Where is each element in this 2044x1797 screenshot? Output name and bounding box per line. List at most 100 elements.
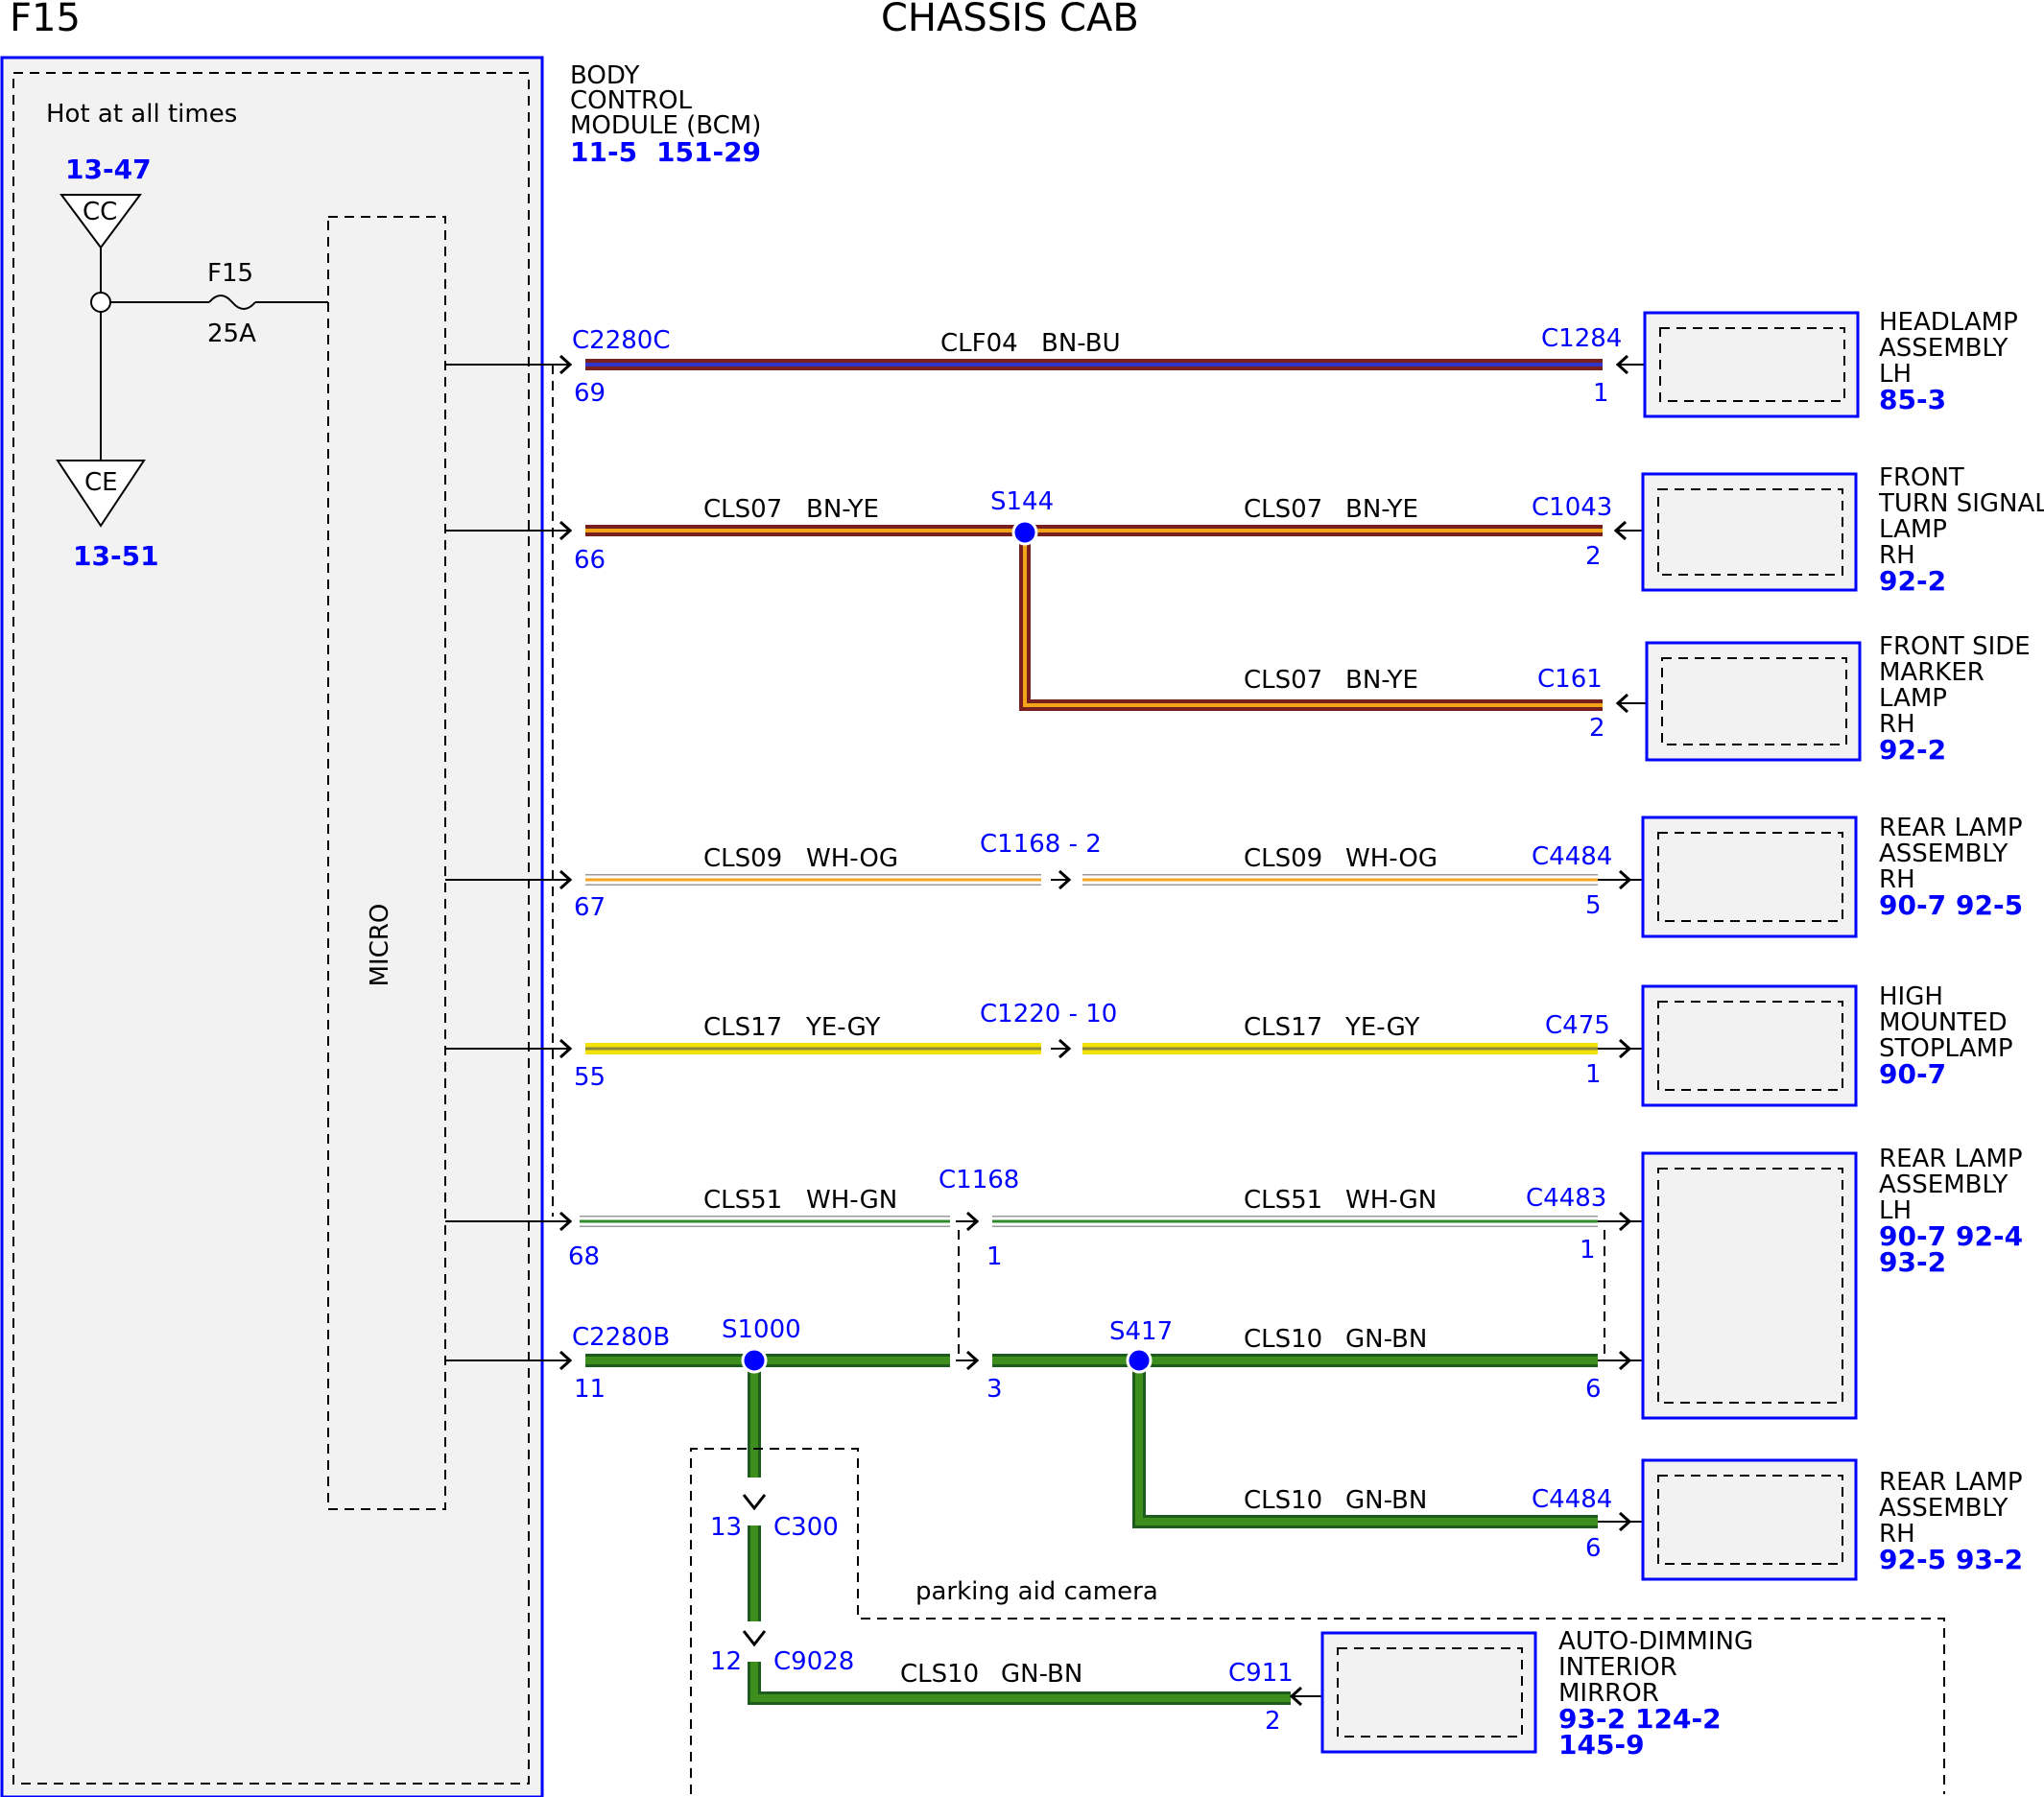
bcm-panel bbox=[0, 56, 544, 1797]
headlamp-lh-l2: ASSEMBLY bbox=[1879, 334, 2008, 363]
mirror-ref2: 124-2 bbox=[1635, 1703, 1722, 1735]
rear-lamp-rh-1-ref2: 92-5 bbox=[1956, 889, 2023, 921]
front-marker-rh-l1: FRONT SIDE bbox=[1879, 632, 2031, 661]
clf04-circuit: CLF04 bbox=[940, 329, 1018, 358]
c1043-label: C1043 bbox=[1532, 493, 1612, 522]
pin-1-c1168: 1 bbox=[986, 1242, 1003, 1271]
cls10-circuit-c: CLS10 bbox=[900, 1660, 979, 1689]
cls07-color-c: BN-YE bbox=[1345, 666, 1418, 695]
parking-aid-label: parking aid camera bbox=[915, 1577, 1158, 1606]
cls07-color-a: BN-YE bbox=[806, 495, 879, 524]
rear-lamp-rh-box-1 bbox=[1641, 816, 1858, 938]
headlamp-lh-ref: 85-3 bbox=[1879, 384, 1946, 415]
pin-55: 55 bbox=[574, 1063, 606, 1092]
rear-lamp-rh-2-ref2: 93-2 bbox=[1956, 1544, 2023, 1575]
c300-arrow-icon bbox=[742, 1494, 767, 1511]
page-title: CHASSIS CAB bbox=[881, 0, 1139, 40]
c161-label: C161 bbox=[1537, 665, 1603, 694]
cls10-circuit-b: CLS10 bbox=[1244, 1486, 1322, 1515]
pin-2-c1043: 2 bbox=[1585, 542, 1602, 571]
rear-lamp-rh-2-l2: ASSEMBLY bbox=[1879, 1494, 2008, 1523]
front-marker-rh-l2: MARKER bbox=[1879, 658, 1985, 687]
c475-label: C475 bbox=[1545, 1011, 1610, 1040]
c1284-label: C1284 bbox=[1541, 324, 1622, 353]
rear-lamp-lh-l2: ASSEMBLY bbox=[1879, 1170, 2008, 1199]
c4483-label: C4483 bbox=[1526, 1184, 1606, 1213]
pin-13: 13 bbox=[710, 1513, 742, 1542]
headlamp-lh-l1: HEADLAMP bbox=[1879, 308, 2018, 337]
cls07-color-b: BN-YE bbox=[1345, 495, 1418, 524]
pin-6-b: 6 bbox=[1585, 1534, 1602, 1563]
front-marker-rh-box bbox=[1645, 641, 1862, 762]
c300-label: C300 bbox=[773, 1513, 839, 1542]
cls10-color-b: GN-BN bbox=[1345, 1486, 1427, 1515]
s417-label: S417 bbox=[1109, 1317, 1173, 1346]
rear-lamp-rh-2-l1: REAR LAMP bbox=[1879, 1468, 2023, 1497]
bcm-ref-2: 151-29 bbox=[656, 136, 761, 168]
cls07-circuit-a: CLS07 bbox=[703, 495, 782, 524]
rear-lamp-lh-ref2: 92-4 bbox=[1956, 1220, 2023, 1252]
mirror-ref3: 145-9 bbox=[1558, 1729, 1645, 1761]
clf04-color: BN-BU bbox=[1041, 329, 1121, 358]
splice-s417-icon bbox=[1126, 1347, 1153, 1374]
rear-lamp-rh-1-l2: ASSEMBLY bbox=[1879, 839, 2008, 868]
ce-label: CE bbox=[84, 468, 118, 497]
front-marker-rh-ref: 92-2 bbox=[1879, 734, 1946, 766]
rear-lamp-lh-box bbox=[1641, 1151, 1858, 1420]
cls51-circuit-b: CLS51 bbox=[1244, 1186, 1322, 1215]
c911-label: C911 bbox=[1228, 1659, 1294, 1688]
rear-lamp-rh-2-ref1: 92-5 bbox=[1879, 1544, 1946, 1575]
ce-ref: 13-51 bbox=[73, 540, 159, 572]
cls51-color-b: WH-GN bbox=[1345, 1186, 1437, 1215]
front-turn-rh-l2: TURN SIGNAL bbox=[1878, 489, 2044, 518]
cls17-circuit-b: CLS17 bbox=[1244, 1013, 1322, 1042]
c1220-10-label: C1220 - 10 bbox=[980, 1000, 1117, 1029]
pin-5: 5 bbox=[1585, 891, 1602, 920]
c1168-2-label: C1168 - 2 bbox=[980, 830, 1102, 859]
s1000-label: S1000 bbox=[722, 1315, 801, 1344]
cls09-circuit-b: CLS09 bbox=[1244, 844, 1322, 873]
front-turn-rh-l1: FRONT bbox=[1879, 463, 1964, 492]
c4484-label-a: C4484 bbox=[1532, 842, 1612, 871]
cc-label: CC bbox=[83, 198, 117, 226]
bus-node-icon bbox=[90, 292, 111, 313]
pin-2-c161: 2 bbox=[1589, 714, 1605, 743]
pin-11: 11 bbox=[574, 1375, 606, 1404]
micro-label: MICRO bbox=[366, 904, 394, 987]
cls07-circuit-b: CLS07 bbox=[1244, 495, 1322, 524]
c4484-label-b: C4484 bbox=[1532, 1485, 1612, 1514]
c2280c-label: C2280C bbox=[572, 326, 670, 355]
cls10-circuit-a: CLS10 bbox=[1244, 1325, 1322, 1354]
front-turn-rh-l3: LAMP bbox=[1879, 515, 1947, 544]
rear-lamp-lh-l1: REAR LAMP bbox=[1879, 1145, 2023, 1173]
fuse-name: F15 bbox=[207, 259, 253, 288]
hot-at-all-times-label: Hot at all times bbox=[46, 100, 237, 129]
cls10-color-a: GN-BN bbox=[1345, 1325, 1427, 1354]
pin-66: 66 bbox=[574, 546, 606, 575]
mirror-l2: INTERIOR bbox=[1558, 1653, 1677, 1682]
front-turn-rh-ref: 92-2 bbox=[1879, 565, 1946, 597]
pin-12: 12 bbox=[710, 1647, 742, 1676]
pin-68: 68 bbox=[568, 1242, 600, 1271]
fuse-rating: 25A bbox=[207, 319, 256, 348]
mirror-l1: AUTO-DIMMING bbox=[1558, 1627, 1753, 1656]
cc-ref: 13-47 bbox=[65, 154, 152, 185]
c2280b-label: C2280B bbox=[572, 1323, 670, 1352]
mirror-box bbox=[1320, 1631, 1537, 1754]
cls51-circuit-a: CLS51 bbox=[703, 1186, 782, 1215]
c9028-arrow-icon bbox=[742, 1630, 767, 1647]
cls09-color-a: WH-OG bbox=[806, 844, 898, 873]
splice-s144-icon bbox=[1011, 519, 1038, 546]
hmsl-l2: MOUNTED bbox=[1879, 1008, 2008, 1037]
c1168-label: C1168 bbox=[939, 1166, 1019, 1194]
pin-1-c1284: 1 bbox=[1593, 379, 1609, 408]
front-marker-rh-l3: LAMP bbox=[1879, 684, 1947, 713]
cls51-color-a: WH-GN bbox=[806, 1186, 897, 1215]
cls17-color-b: YE-GY bbox=[1344, 1013, 1419, 1042]
pin-67: 67 bbox=[574, 893, 606, 922]
cls09-color-b: WH-OG bbox=[1345, 844, 1438, 873]
hmsl-ref: 90-7 bbox=[1879, 1058, 1946, 1090]
cls07-circuit-c: CLS07 bbox=[1244, 666, 1322, 695]
front-turn-rh-box bbox=[1641, 472, 1858, 592]
pin-69: 69 bbox=[574, 379, 606, 408]
